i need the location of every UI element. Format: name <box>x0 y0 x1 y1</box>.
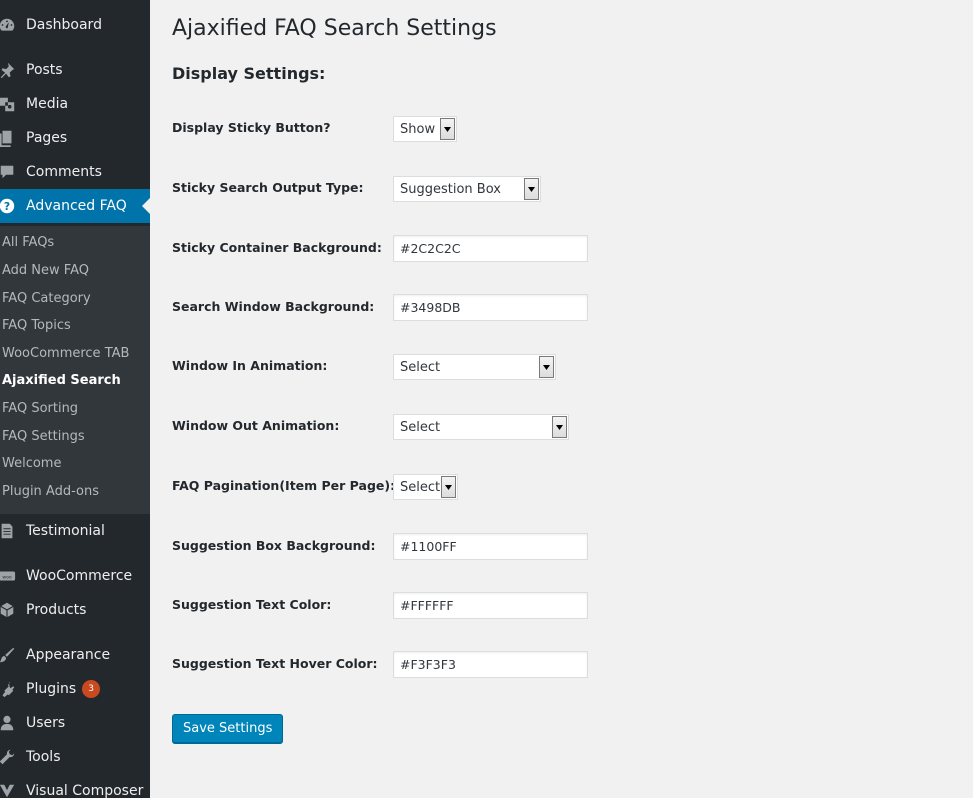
menu-label: Posts <box>26 62 63 78</box>
plug-icon <box>0 672 20 706</box>
pages-icon <box>0 121 20 155</box>
sticky-container-background-label: Sticky Container Background: <box>172 240 382 255</box>
save-settings-button[interactable]: Save Settings <box>172 714 284 743</box>
faq-pagination-label: FAQ Pagination(Item Per Page): <box>172 478 396 493</box>
menu-label: Visual Composer <box>26 783 144 798</box>
main-content: Ajaxified FAQ Search Settings Display Se… <box>150 0 973 798</box>
sticky-search-output-type-select[interactable]: Suggestion Box <box>393 176 541 202</box>
window-out-animation-select[interactable]: Select <box>393 414 569 440</box>
comment-icon <box>0 155 20 189</box>
brush-icon <box>0 638 20 672</box>
menu-label: Pages <box>26 130 68 146</box>
wrench-icon <box>0 740 20 774</box>
menu-label: Products <box>26 602 87 618</box>
menu-item-tools[interactable]: Tools <box>0 740 150 774</box>
woocommerce-icon: woo <box>0 559 20 593</box>
menu-label: Dashboard <box>26 17 102 33</box>
submenu-item-plugin-add-ons[interactable]: Plugin Add-ons <box>2 484 99 499</box>
submenu-item-faq-sorting[interactable]: FAQ Sorting <box>2 401 78 416</box>
faq-pagination-select[interactable]: Select <box>393 474 458 500</box>
chevron-down-icon <box>539 356 554 378</box>
chevron-down-icon <box>552 416 567 438</box>
select-value: Select <box>400 479 441 495</box>
pin-icon <box>0 53 20 87</box>
help-icon: ? <box>0 189 20 223</box>
select-value: Suggestion Box <box>400 181 501 197</box>
menu-label: Testimonial <box>26 523 105 539</box>
chevron-down-icon <box>440 118 455 140</box>
vc-icon <box>0 774 20 798</box>
menu-label: Appearance <box>26 647 111 663</box>
suggestion-text-color-input[interactable] <box>393 592 588 619</box>
suggestion-text-hover-color-input[interactable] <box>393 651 588 678</box>
menu-label: Advanced FAQ <box>26 198 127 214</box>
advanced-faq-submenu: All FAQs Add New FAQ FAQ Category FAQ To… <box>0 226 150 514</box>
search-window-background-input[interactable] <box>393 294 588 321</box>
submenu-item-welcome[interactable]: Welcome <box>2 456 61 471</box>
menu-item-posts[interactable]: Posts <box>0 53 150 87</box>
menu-item-visual-composer[interactable]: Visual Composer <box>0 774 150 798</box>
menu-item-appearance[interactable]: Appearance <box>0 638 150 672</box>
menu-item-media[interactable]: Media <box>0 87 150 121</box>
svg-text:woo: woo <box>2 575 11 580</box>
menu-label: Media <box>26 96 69 112</box>
document-icon <box>0 514 20 548</box>
menu-label: Users <box>26 715 66 731</box>
sticky-search-output-type-label: Sticky Search Output Type: <box>172 180 364 195</box>
menu-item-comments[interactable]: Comments <box>0 155 150 189</box>
submenu-item-faq-topics[interactable]: FAQ Topics <box>2 318 71 333</box>
select-value: Select <box>400 419 441 435</box>
submenu-item-woocommerce-tab[interactable]: WooCommerce TAB <box>2 346 129 361</box>
media-icon <box>0 87 20 121</box>
menu-item-dashboard[interactable]: Dashboard <box>0 8 150 42</box>
display-sticky-button-select[interactable]: Show <box>393 116 457 142</box>
suggestion-box-background-label: Suggestion Box Background: <box>172 538 376 553</box>
submenu-item-ajaxified-search[interactable]: Ajaxified Search <box>2 373 121 388</box>
menu-item-products[interactable]: Products <box>0 593 150 627</box>
menu-item-pages[interactable]: Pages <box>0 121 150 155</box>
menu-item-users[interactable]: Users <box>0 706 150 740</box>
submenu-item-add-new-faq[interactable]: Add New FAQ <box>2 263 89 278</box>
suggestion-text-hover-color-label: Suggestion Text Hover Color: <box>172 656 378 671</box>
menu-item-testimonial[interactable]: Testimonial <box>0 514 150 548</box>
menu-item-plugins[interactable]: Plugins 3 <box>0 672 150 706</box>
submenu-item-faq-category[interactable]: FAQ Category <box>2 291 91 306</box>
window-in-animation-select[interactable]: Select <box>393 354 556 380</box>
display-sticky-button-label: Display Sticky Button? <box>172 120 331 135</box>
menu-label: Comments <box>26 164 102 180</box>
window-in-animation-label: Window In Animation: <box>172 358 328 373</box>
select-value: Show <box>400 121 436 137</box>
user-icon <box>0 706 20 740</box>
suggestion-box-background-input[interactable] <box>393 533 588 560</box>
admin-sidebar: Dashboard Posts Media Pages Comments ? A… <box>0 0 150 798</box>
plugins-update-count-badge: 3 <box>82 680 101 698</box>
svg-text:?: ? <box>4 200 10 213</box>
select-value: Select <box>400 359 441 375</box>
page-title: Ajaxified FAQ Search Settings <box>172 16 497 41</box>
menu-label: Tools <box>26 749 61 765</box>
submenu-item-faq-settings[interactable]: FAQ Settings <box>2 429 85 444</box>
window-out-animation-label: Window Out Animation: <box>172 418 340 433</box>
cube-icon <box>0 593 20 627</box>
suggestion-text-color-label: Suggestion Text Color: <box>172 597 332 612</box>
chevron-down-icon <box>524 178 539 200</box>
search-window-background-label: Search Window Background: <box>172 299 375 314</box>
menu-label: Plugins <box>26 681 77 697</box>
section-title: Display Settings: <box>172 64 326 83</box>
menu-item-advanced-faq[interactable]: ? Advanced FAQ <box>0 189 150 223</box>
sticky-container-background-input[interactable] <box>393 235 588 262</box>
dashboard-icon <box>0 8 20 42</box>
current-menu-arrow <box>142 198 150 214</box>
chevron-down-icon <box>441 476 456 498</box>
menu-label: WooCommerce <box>26 568 133 584</box>
submenu-item-all-faqs[interactable]: All FAQs <box>2 235 54 250</box>
menu-item-woocommerce[interactable]: woo WooCommerce <box>0 559 150 593</box>
